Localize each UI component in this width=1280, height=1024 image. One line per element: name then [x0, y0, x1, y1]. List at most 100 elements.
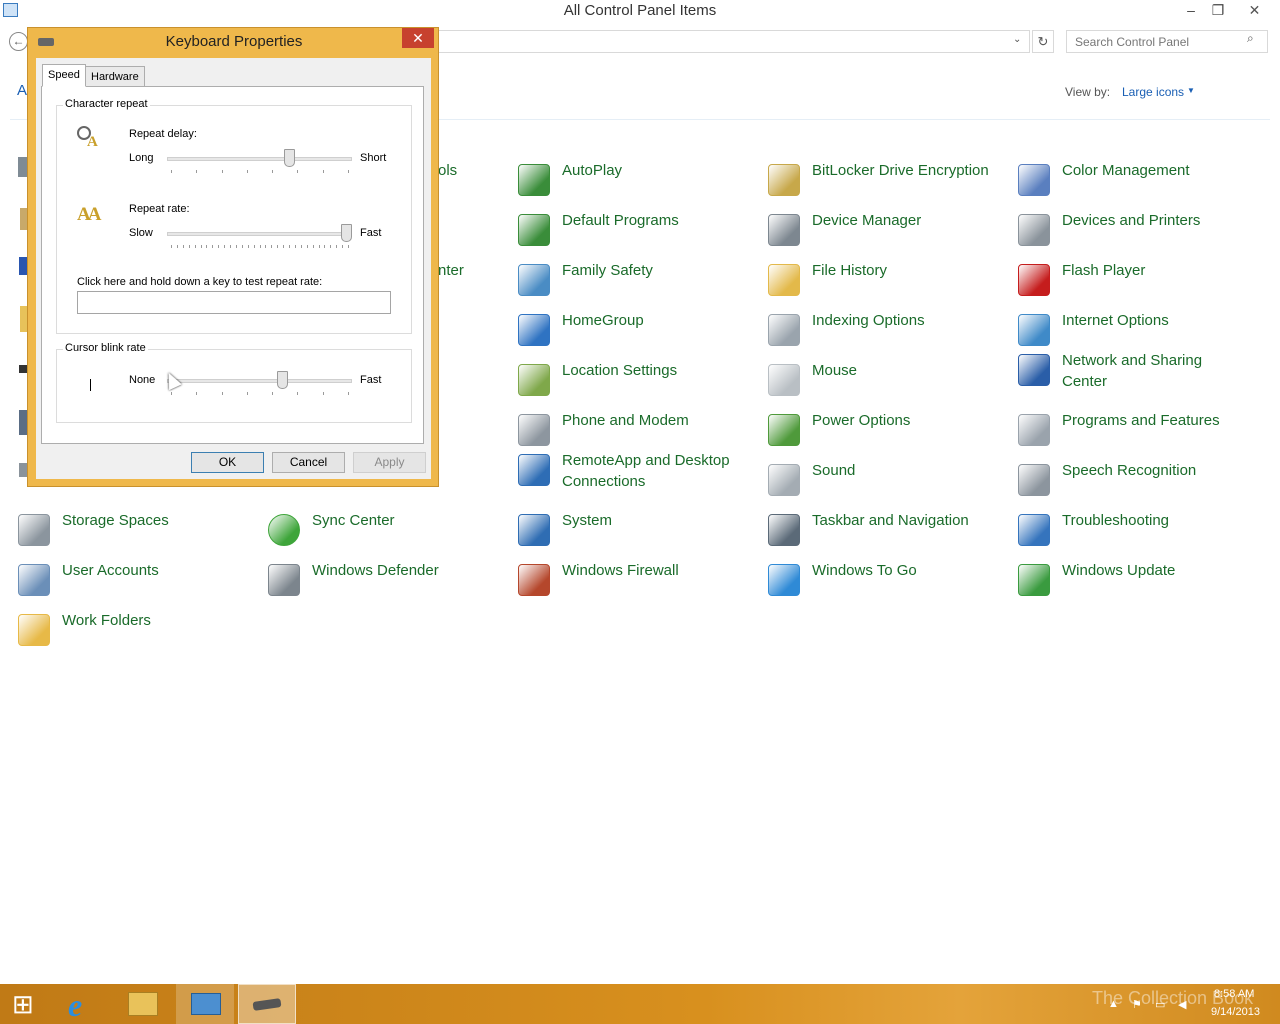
slider-tick	[283, 245, 285, 248]
item-label: Mouse	[812, 362, 858, 379]
volume-icon[interactable]: ◀	[1178, 998, 1192, 1011]
slider-tick	[246, 392, 248, 395]
group-title: Cursor blink rate	[63, 342, 148, 354]
mouse-icon	[768, 364, 800, 396]
slider-tick	[221, 170, 223, 173]
close-button[interactable]: ✕	[1232, 0, 1277, 20]
show-hidden-icons-icon[interactable]: ▲	[1108, 998, 1122, 1010]
keyboard-icon	[252, 998, 282, 1011]
address-dropdown-icon[interactable]: ⌄	[1013, 34, 1021, 45]
item-label: System	[562, 512, 613, 529]
tab-speed[interactable]: Speed	[42, 64, 86, 87]
blink-slider-thumb[interactable]	[276, 371, 288, 389]
tab-hardware[interactable]: Hardware	[85, 66, 145, 88]
slider-tick	[221, 392, 223, 395]
taskbar: ⊞ e The Collection Book ▲ ⚑ ▭ ◀ 8:58 AM …	[0, 984, 1280, 1024]
dialog-client-area: Speed Hardware Character repeat A Repeat…	[36, 58, 431, 479]
repeat-delay-slider-thumb[interactable]	[283, 149, 295, 167]
clock-date[interactable]: 9/14/2013	[1211, 1006, 1260, 1018]
partial-item-label[interactable]: ols	[438, 160, 498, 181]
slider-tick	[212, 245, 214, 248]
devices-printers-icon	[1018, 214, 1050, 246]
address-bar[interactable]	[430, 30, 1030, 53]
hidden-item-icon[interactable]	[19, 365, 27, 373]
work-folders-icon	[18, 614, 50, 646]
location-settings-icon	[518, 364, 550, 396]
slider-tick	[318, 245, 320, 248]
blink-slider-track[interactable]	[167, 379, 352, 383]
start-button[interactable]: ⊞	[0, 984, 58, 1024]
item-label: Devices and Printers	[1062, 212, 1201, 229]
slider-tick	[206, 245, 208, 248]
dialog-close-button[interactable]: ✕	[402, 28, 434, 48]
apply-button[interactable]: Apply	[353, 452, 426, 473]
item-label: User Accounts	[62, 562, 159, 579]
cancel-button[interactable]: Cancel	[272, 452, 345, 473]
refresh-button[interactable]: ↻	[1032, 30, 1054, 53]
item-label: Family Safety	[562, 262, 653, 279]
ok-button[interactable]: OK	[191, 452, 264, 473]
slider-tick	[300, 245, 302, 248]
restore-button[interactable]: ❐	[1205, 0, 1231, 20]
network-icon[interactable]: ▭	[1155, 998, 1169, 1011]
control-panel-icon	[191, 993, 221, 1015]
hidden-item-icon[interactable]	[19, 257, 27, 275]
indexing-options-icon	[768, 314, 800, 346]
chevron-down-icon[interactable]: ▼	[1187, 86, 1195, 95]
back-button[interactable]: ←	[9, 32, 28, 51]
file-explorer-button[interactable]	[114, 984, 172, 1024]
partial-item-label[interactable]: nter	[438, 260, 498, 281]
flash-player-icon	[1018, 264, 1050, 296]
repeat-rate-slider-track[interactable]	[167, 232, 352, 236]
internet-explorer-button[interactable]: e	[52, 984, 110, 1024]
hidden-item-icon[interactable]	[19, 410, 27, 435]
repeat-rate-min-label: Slow	[129, 227, 153, 239]
slider-tick	[297, 392, 299, 395]
cursor-blink-group: Cursor blink rate None Fast	[56, 342, 412, 423]
search-input[interactable]: Search Control Panel	[1066, 30, 1268, 53]
action-center-flag-icon[interactable]: ⚑	[1132, 998, 1146, 1011]
item-label: RemoteApp and Desktop Connections	[562, 452, 730, 490]
slider-tick	[230, 245, 231, 248]
slider-tick	[322, 170, 324, 173]
item-label: Programs and Features	[1062, 412, 1220, 429]
sync-center-icon	[268, 514, 300, 546]
slider-tick	[306, 245, 308, 248]
view-by-dropdown[interactable]: Large icons	[1122, 85, 1184, 99]
test-repeat-input[interactable]	[77, 291, 391, 314]
bitlocker-icon	[768, 164, 800, 196]
control-panel-taskbar-button[interactable]	[176, 984, 234, 1024]
slider-tick	[312, 245, 314, 248]
storage-spaces-icon	[18, 514, 50, 546]
item-label: HomeGroup	[562, 312, 644, 329]
item-label: Device Manager	[812, 212, 922, 229]
hidden-item-icon[interactable]	[19, 463, 27, 477]
clock-time[interactable]: 8:58 AM	[1214, 988, 1254, 1000]
slider-tick	[196, 170, 198, 173]
repeat-delay-slider-track[interactable]	[167, 157, 352, 161]
slider-tick	[322, 392, 324, 395]
slider-tick	[235, 245, 237, 248]
repeat-rate-slider-thumb[interactable]	[341, 224, 352, 242]
repeat-delay-label: Repeat delay:	[129, 128, 197, 140]
programs-features-icon	[1018, 414, 1050, 446]
minimize-button[interactable]: –	[1178, 0, 1204, 20]
page-heading-partial: A	[17, 82, 28, 99]
homegroup-icon	[518, 314, 550, 346]
slider-tick	[246, 170, 248, 173]
dialog-title: Keyboard Properties	[165, 33, 303, 50]
slider-tick	[194, 245, 196, 248]
slider-tick	[247, 245, 249, 248]
slider-tick	[188, 245, 190, 248]
windows-logo-icon: ⊞	[12, 989, 34, 1019]
speed-tab-page: Character repeat A Repeat delay: Long Sh…	[41, 86, 424, 444]
slider-tick	[272, 170, 274, 173]
slider-tick	[196, 392, 198, 395]
search-icon[interactable]: ⌕	[1247, 31, 1254, 46]
slider-tick	[259, 245, 261, 248]
keyboard-properties-taskbar-button[interactable]	[238, 984, 296, 1024]
test-repeat-label: Click here and hold down a key to test r…	[77, 276, 323, 288]
item-label: Taskbar and Navigation	[812, 512, 969, 529]
item-label: Work Folders	[62, 612, 151, 629]
slider-tick	[271, 245, 273, 248]
